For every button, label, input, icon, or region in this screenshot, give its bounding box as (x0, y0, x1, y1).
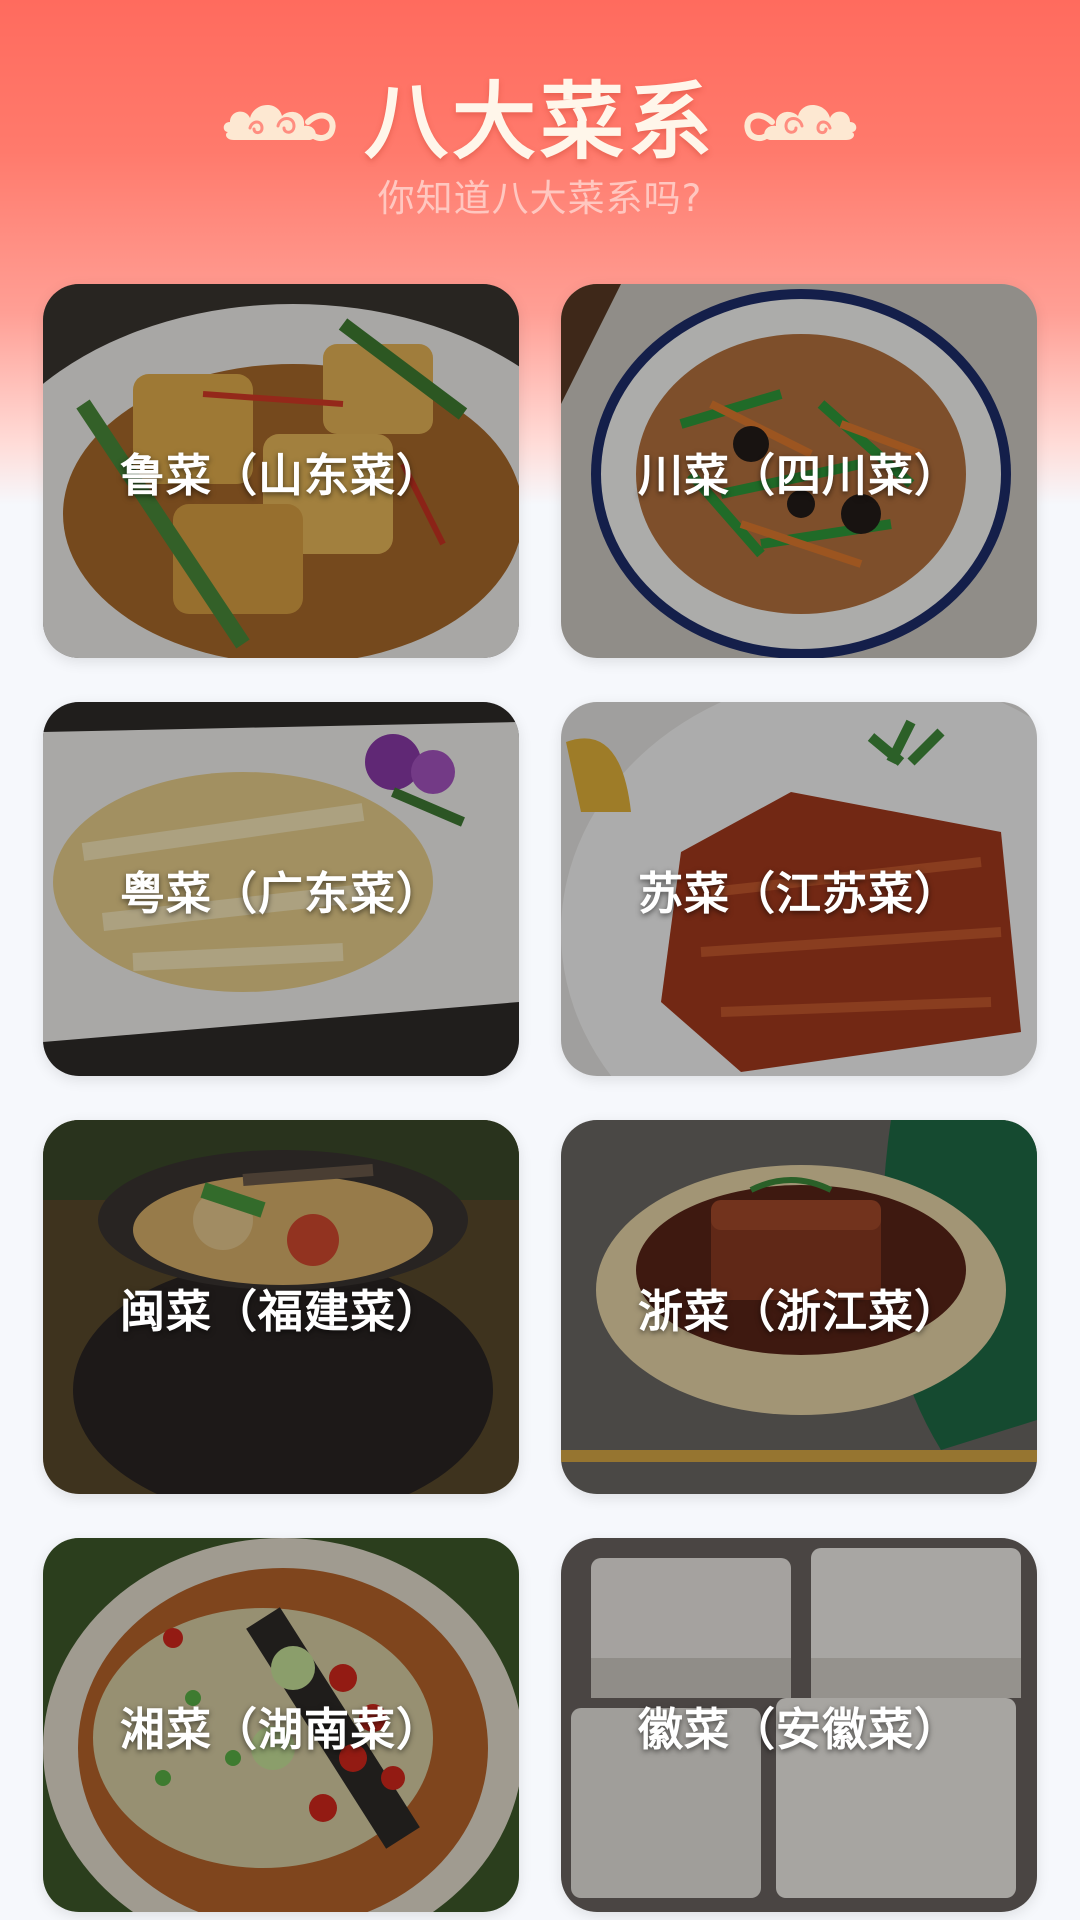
cuisine-card-zhe[interactable]: 浙菜（浙江菜） (561, 1120, 1037, 1494)
cuisine-label: 闽菜（福建菜） (119, 1284, 442, 1338)
cuisine-label: 川菜（四川菜） (637, 448, 960, 502)
page-subtitle: 你知道八大菜系吗? (377, 177, 703, 220)
cuisine-card-lu[interactable]: 鲁菜（山东菜） (43, 284, 519, 658)
cuisine-label: 徽菜（安徽菜） (637, 1702, 960, 1756)
cuisine-label: 粤菜（广东菜） (119, 866, 442, 920)
cuisine-label: 鲁菜（山东菜） (119, 448, 442, 502)
page: 八大菜系 你知道八大菜系吗? 鲁菜（山东菜） 川菜（四川菜） 粤菜（广东菜） 苏… (0, 0, 1080, 1920)
title-row: 八大菜系 (0, 60, 1080, 171)
cuisine-card-xiang[interactable]: 湘菜（湖南菜） (43, 1538, 519, 1912)
cuisine-card-yue[interactable]: 粤菜（广东菜） (43, 702, 519, 1076)
cuisine-card-hui[interactable]: 徽菜（安徽菜） (561, 1538, 1037, 1912)
cuisine-label: 浙菜（浙江菜） (637, 1284, 960, 1338)
cuisine-card-min[interactable]: 闽菜（福建菜） (43, 1120, 519, 1494)
cuisine-card-su[interactable]: 苏菜（江苏菜） (561, 702, 1037, 1076)
cuisine-label: 苏菜（江苏菜） (637, 866, 960, 920)
page-title: 八大菜系 (363, 71, 716, 171)
cuisine-label: 湘菜（湖南菜） (119, 1702, 442, 1756)
cuisine-card-chuan[interactable]: 川菜（四川菜） (561, 284, 1037, 658)
cloud-icon-left (223, 104, 336, 141)
cloud-icon-right (744, 104, 857, 141)
